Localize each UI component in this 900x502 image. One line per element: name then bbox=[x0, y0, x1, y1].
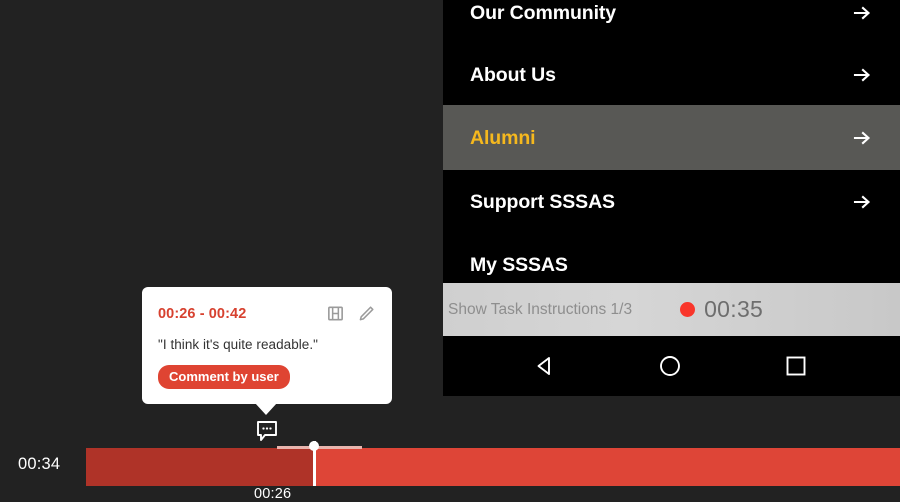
comment-bubble-icon[interactable] bbox=[255, 419, 279, 443]
timeline-segment-range-bar bbox=[277, 446, 362, 449]
menu-item-label: Alumni bbox=[470, 126, 536, 149]
pencil-edit-icon[interactable] bbox=[357, 304, 376, 323]
show-task-instructions-label[interactable]: Show Task Instructions 1/3 bbox=[448, 301, 632, 319]
comment-card-header: 00:26 - 00:42 bbox=[158, 304, 376, 323]
arrow-right-icon bbox=[852, 128, 872, 148]
record-dot-icon bbox=[680, 302, 696, 317]
arrow-right-icon bbox=[852, 192, 872, 212]
comment-card-actions bbox=[326, 304, 376, 323]
comment-card-tail bbox=[255, 403, 277, 415]
menu-item-support-sssas[interactable]: Support SSSAS bbox=[443, 170, 900, 234]
comment-text: "I think it's quite readable." bbox=[158, 337, 318, 352]
task-instruction-bar[interactable]: Show Task Instructions 1/3 00:35 bbox=[443, 283, 900, 336]
recording-indicator-group: 00:35 bbox=[680, 296, 763, 323]
comment-time-range: 00:26 - 00:42 bbox=[158, 305, 247, 322]
arrow-right-icon bbox=[852, 65, 872, 85]
menu-item-our-community[interactable]: Our Community bbox=[443, 0, 900, 45]
circle-home-icon[interactable] bbox=[640, 336, 700, 396]
menu-item-about-us[interactable]: About Us bbox=[443, 43, 900, 107]
menu-item-label: Support SSSAS bbox=[470, 190, 615, 213]
comment-author-badge: Comment by user bbox=[158, 365, 290, 389]
nav-menu-list: Our Community About Us Alumni Support SS… bbox=[443, 0, 900, 297]
timeline-track[interactable] bbox=[86, 448, 900, 486]
timeline-playhead-knob[interactable] bbox=[309, 441, 319, 451]
square-recents-icon[interactable] bbox=[766, 336, 826, 396]
menu-item-label: About Us bbox=[470, 63, 556, 86]
menu-item-alumni[interactable]: Alumni bbox=[443, 105, 900, 171]
phone-screen-capture: Our Community About Us Alumni Support SS… bbox=[443, 0, 900, 396]
timeline-progress-fill bbox=[86, 448, 314, 486]
film-strip-icon[interactable] bbox=[326, 304, 345, 323]
android-navigation-bar bbox=[443, 336, 900, 396]
menu-item-label: Our Community bbox=[470, 1, 617, 24]
triangle-back-icon[interactable] bbox=[515, 336, 575, 396]
timeline-duration-label: 00:34 bbox=[18, 455, 61, 473]
arrow-right-icon bbox=[852, 3, 872, 23]
comment-popup-card[interactable]: 00:26 - 00:42 "I think it's quite readab… bbox=[142, 287, 392, 404]
menu-item-label: My SSSAS bbox=[470, 253, 568, 276]
recording-elapsed-time: 00:35 bbox=[704, 296, 764, 322]
